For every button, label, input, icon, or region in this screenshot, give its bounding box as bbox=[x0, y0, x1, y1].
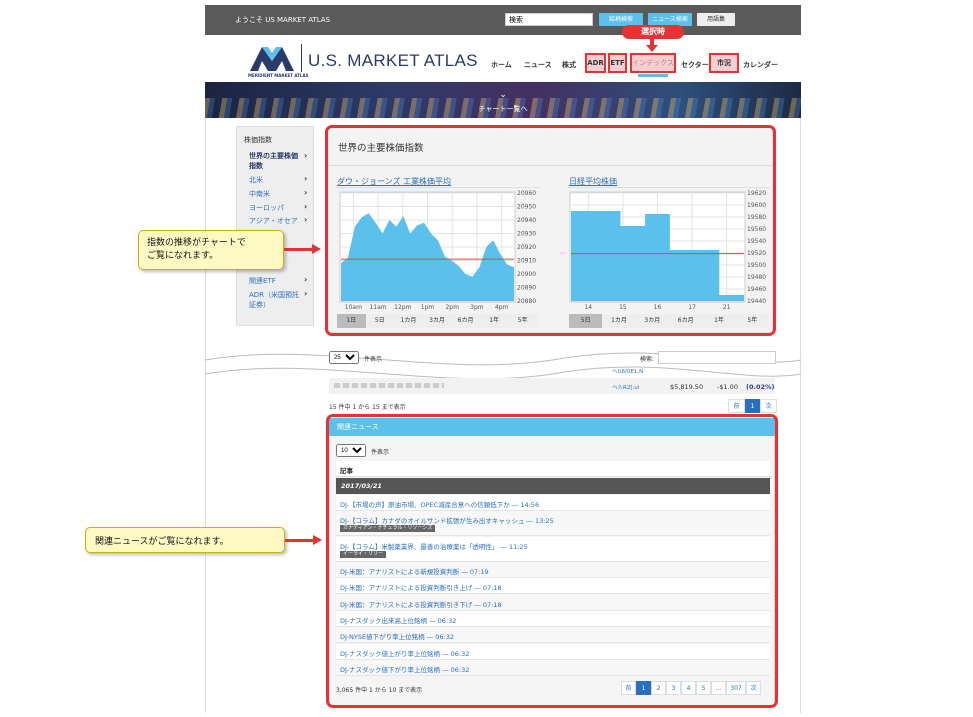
chevron-right-icon: › bbox=[304, 215, 308, 224]
nav-home[interactable]: ホーム bbox=[491, 60, 512, 70]
chevron-right-icon: › bbox=[304, 151, 308, 160]
news-callout-text: 関連ニュースがご覧になれます。 bbox=[95, 537, 229, 547]
row-change: -$1.00 bbox=[717, 383, 738, 391]
sidebar-item-adr[interactable]: ADR（米国預託証券） bbox=[249, 290, 303, 310]
chevron-right-icon: › bbox=[304, 275, 308, 284]
selected-badge: 選択時 bbox=[622, 25, 684, 39]
sidebar-heading: 株価指数 bbox=[244, 136, 272, 144]
welcome-text: ようこそ US MARKET ATLAS bbox=[235, 16, 331, 24]
chart-callout-arrow bbox=[284, 248, 314, 251]
arrow-right-icon bbox=[313, 535, 322, 545]
table-summary: 15 件中 1 から 15 まで表示 bbox=[329, 404, 406, 411]
chevron-right-icon: › bbox=[304, 174, 308, 183]
sidebar-item-north-america[interactable]: 北米 bbox=[249, 175, 263, 185]
brand-title: U.S. MARKET ATLAS bbox=[308, 51, 478, 70]
logo-icon[interactable] bbox=[248, 43, 296, 73]
chart-highlight-box bbox=[325, 125, 776, 336]
row-link[interactable]: ヘ入R2[.ul bbox=[612, 383, 639, 391]
nav-news[interactable]: ニュース bbox=[524, 60, 552, 70]
pager-next[interactable]: 次 bbox=[760, 399, 777, 413]
per-page-label: 件表示 bbox=[364, 356, 383, 363]
logo-caption: MERIDIENT MARKET ATLAS bbox=[248, 73, 309, 78]
chart-callout: 指数の推移がチャートで ご覧になれます。 bbox=[138, 230, 284, 270]
chevron-right-icon: › bbox=[304, 188, 308, 197]
sidebar-item-etf[interactable]: 関連ETF bbox=[249, 276, 276, 286]
nav-market[interactable]: 市況 bbox=[709, 53, 739, 73]
blurred-text bbox=[334, 383, 444, 388]
row-link[interactable]: ヘU8/0E1.N bbox=[612, 367, 643, 375]
nav-index-underline bbox=[638, 74, 668, 77]
nav-etf[interactable]: ETF bbox=[608, 53, 627, 73]
down-arrow-icon bbox=[646, 39, 658, 52]
chart-callout-text: 指数の推移がチャートで ご覧になれます。 bbox=[147, 238, 246, 261]
nav-sector[interactable]: セクター bbox=[681, 60, 709, 70]
nav-adr[interactable]: ADR bbox=[585, 53, 606, 73]
table-search-label: 検索: bbox=[640, 356, 655, 363]
nav-stocks[interactable]: 株式 bbox=[562, 60, 576, 70]
table-search-input[interactable] bbox=[658, 351, 776, 364]
sidebar-item-latin-america[interactable]: 中南米 bbox=[249, 189, 270, 199]
top-bar: ようこそ US MARKET ATLAS 銘柄検索 ニュース検索 用語集 bbox=[205, 5, 801, 35]
arrow-right-icon bbox=[312, 244, 321, 254]
chevron-right-icon: › bbox=[304, 289, 308, 298]
logo-divider bbox=[301, 44, 302, 72]
row-change-pct: (0.02%) bbox=[746, 383, 775, 391]
row-price: $5,819.50 bbox=[670, 383, 704, 391]
nav-calendar[interactable]: カレンダー bbox=[743, 60, 778, 70]
news-callout-arrow bbox=[285, 539, 315, 542]
chart-list-link[interactable]: チャート一覧へ bbox=[205, 104, 801, 114]
pager-page[interactable]: 1 bbox=[745, 399, 760, 413]
pager-prev[interactable]: 前 bbox=[728, 399, 745, 413]
news-callout: 関連ニュースがご覧になれます。 bbox=[85, 527, 285, 553]
nav-index[interactable]: インデックス bbox=[630, 53, 676, 73]
glossary-button[interactable]: 用語集 bbox=[697, 13, 735, 26]
chevron-down-icon: ⌄ bbox=[499, 90, 507, 100]
sidebar-item-asia[interactable]: アジア・オセア bbox=[249, 216, 298, 226]
chevron-right-icon: › bbox=[304, 202, 308, 211]
sidebar-item-europe[interactable]: ヨーロッパ bbox=[249, 203, 284, 213]
per-page-select[interactable]: 25 bbox=[329, 351, 359, 364]
sidebar-item-world[interactable]: 世界の主要株価指数 bbox=[249, 151, 299, 171]
search-input[interactable] bbox=[505, 13, 593, 26]
news-highlight-box bbox=[326, 414, 778, 708]
banner[interactable]: ⌄ チャート一覧へ bbox=[205, 82, 801, 118]
